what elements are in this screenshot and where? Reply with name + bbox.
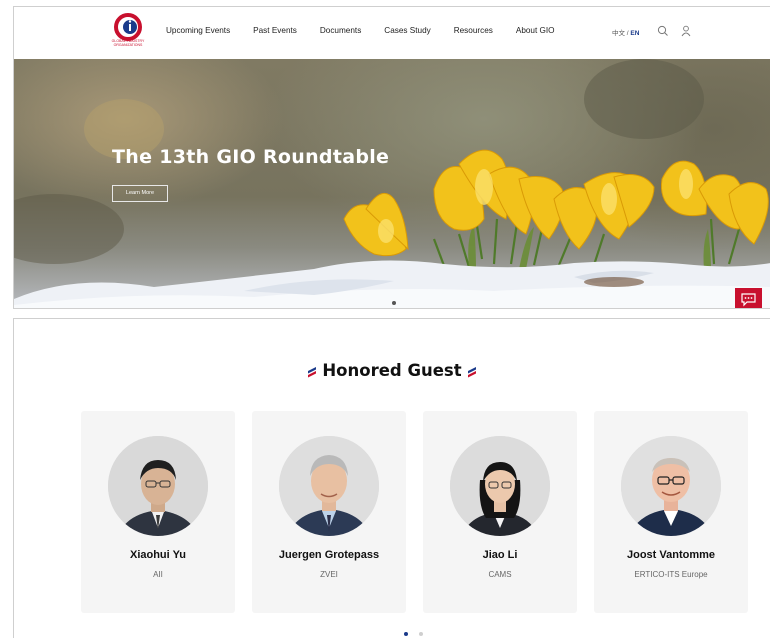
lang-en[interactable]: EN: [630, 30, 639, 37]
guest-name: Joost Vantomme: [626, 549, 716, 561]
chat-icon: [741, 293, 756, 307]
nav-upcoming-events[interactable]: Upcoming Events: [166, 26, 230, 35]
pagination-dot-active[interactable]: [404, 632, 408, 636]
guest-card[interactable]: Xiaohui Yu AII: [81, 411, 235, 613]
nav-past-events[interactable]: Past Events: [253, 26, 297, 35]
guest-name: Jiao Li: [482, 549, 518, 561]
nav-about-gio[interactable]: About GIO: [516, 26, 555, 35]
guest-organization: ZVEI: [320, 570, 338, 579]
guest-card[interactable]: Jiao Li CAMS: [423, 411, 577, 613]
title-decoration-icon: [467, 366, 476, 377]
guest-organization: AII: [153, 570, 163, 579]
nav-cases-study[interactable]: Cases Study: [384, 26, 430, 35]
nav-menu: Upcoming Events Past Events Documents Ca…: [166, 26, 578, 35]
chat-button[interactable]: [735, 288, 762, 308]
learn-more-button[interactable]: Learn More: [112, 185, 168, 202]
guest-name: Xiaohui Yu: [129, 549, 187, 561]
guest-photo: [621, 436, 721, 536]
top-navigation: GLOBAL INDUSTRY ORGANIZATIONS Upcoming E…: [14, 7, 770, 59]
nav-resources[interactable]: Resources: [454, 26, 493, 35]
user-icon[interactable]: [680, 25, 692, 37]
language-switcher: 中文 / EN: [612, 27, 639, 37]
hero-title: The 13th GIO Roundtable: [112, 146, 390, 168]
search-icon[interactable]: [657, 25, 669, 37]
section-title: Honored Guest: [14, 361, 770, 380]
hero-banner[interactable]: The 13th GIO Roundtable Learn More: [14, 59, 770, 308]
guest-photo: [279, 436, 379, 536]
guest-organization: CAMS: [488, 570, 512, 579]
carousel-indicator[interactable]: [392, 301, 396, 305]
guest-card[interactable]: Joost Vantomme ERTICO-ITS Europe: [594, 411, 748, 613]
crocus-snow-image: [14, 59, 770, 308]
pagination-dot[interactable]: [419, 632, 423, 636]
guest-photo: [108, 436, 208, 536]
guest-photo: [450, 436, 550, 536]
nav-documents[interactable]: Documents: [320, 26, 361, 35]
guest-organization: ERTICO-ITS Europe: [634, 570, 708, 579]
guest-name: Juergen Grotepass: [278, 549, 380, 561]
honored-guest-screenshot: Honored Guest Xiaohui Yu AII Juergen Gro…: [13, 318, 770, 638]
section-title-text: Honored Guest: [322, 361, 462, 380]
logo-caption: GLOBAL INDUSTRY ORGANIZATIONS: [111, 39, 145, 47]
guest-card[interactable]: Juergen Grotepass ZVEI: [252, 411, 406, 613]
title-decoration-icon: [308, 366, 317, 377]
lang-cn[interactable]: 中文: [612, 30, 625, 37]
homepage-hero-screenshot: GLOBAL INDUSTRY ORGANIZATIONS Upcoming E…: [13, 6, 770, 309]
